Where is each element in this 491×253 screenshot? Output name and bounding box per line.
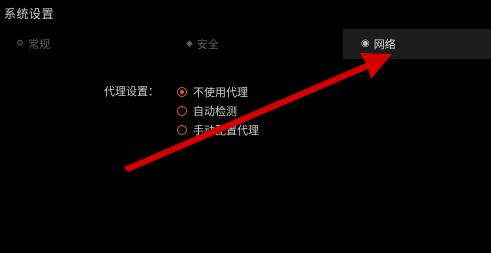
radio-no-proxy-label: 不使用代理	[193, 85, 248, 99]
tab-network[interactable]: ◉ 网络	[343, 29, 491, 59]
radio-manual-proxy-label: 手动配置代理	[193, 123, 259, 137]
window-title: 系统设置	[4, 7, 55, 21]
tab-security[interactable]: ◆ 安全	[186, 36, 219, 52]
proxy-settings-label: 代理设置：	[104, 85, 159, 98]
radio-no-proxy[interactable]: 不使用代理	[177, 82, 259, 101]
radio-unchecked-icon[interactable]	[177, 124, 187, 135]
radio-manual-proxy[interactable]: 手动配置代理	[177, 120, 259, 139]
radio-checked-icon[interactable]	[177, 86, 187, 97]
tab-security-label: 安全	[196, 38, 219, 51]
globe-icon: ◉	[361, 38, 370, 49]
proxy-radio-group: 不使用代理 自动检测 手动配置代理	[177, 82, 259, 139]
tab-general[interactable]: ⚙ 常规	[16, 36, 50, 52]
tab-general-label: 常规	[28, 38, 51, 51]
shield-icon: ◆	[186, 38, 193, 49]
radio-unchecked-icon[interactable]	[177, 105, 187, 116]
radio-auto-detect[interactable]: 自动检测	[177, 101, 259, 120]
gear-icon: ⚙	[16, 38, 25, 49]
tab-network-label: 网络	[373, 38, 396, 51]
radio-auto-detect-label: 自动检测	[193, 104, 237, 118]
